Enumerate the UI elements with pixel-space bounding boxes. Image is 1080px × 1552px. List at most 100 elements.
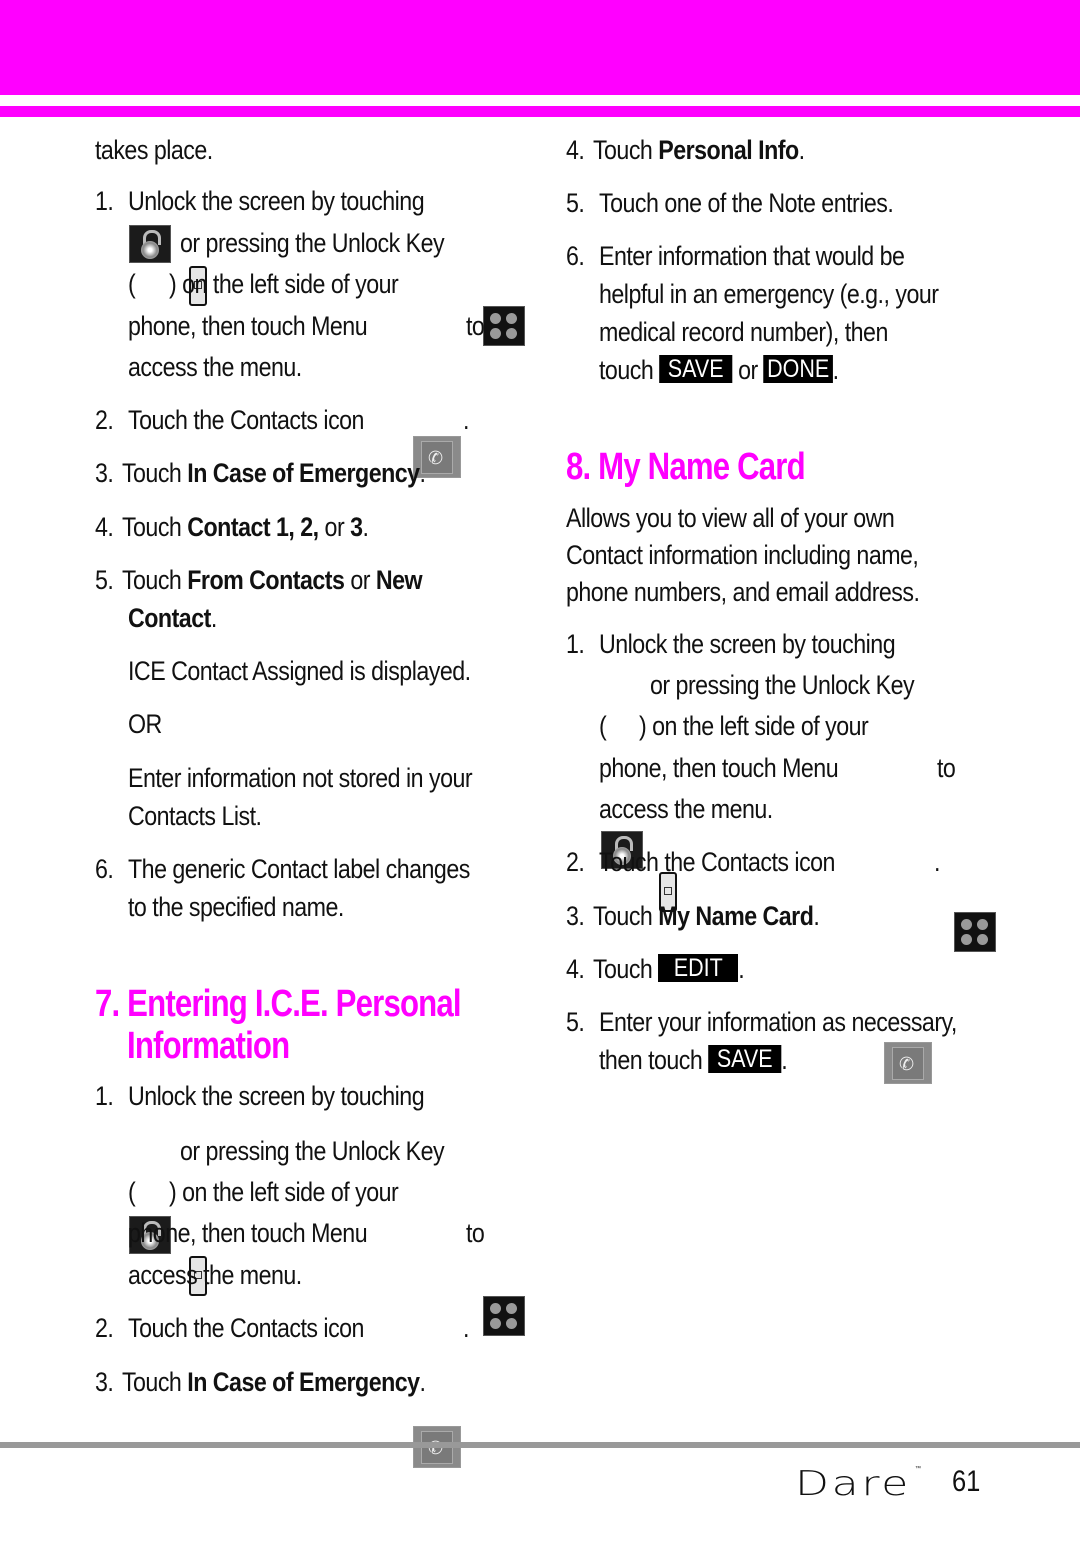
step-number: 6. [566, 241, 585, 271]
step-text: then touch [599, 1045, 703, 1075]
step-text: Touch [121, 512, 188, 542]
trademark-mark: ™ [915, 1466, 921, 1472]
period: . [813, 901, 820, 931]
step-text: Touch [592, 135, 659, 165]
step-text: to the specified name. [128, 892, 344, 922]
step-text: Unlock the screen by touching [128, 1081, 425, 1111]
step-4-d: 4. Touch EDIT. [566, 949, 745, 990]
step-text: The generic Contact label changes [128, 854, 470, 884]
step-3-d: 3. Touch My Name Card. [566, 896, 820, 937]
period: . [832, 355, 839, 385]
step-text: or pressing the Unlock Key [180, 1136, 445, 1166]
step-text: to [466, 311, 485, 341]
section-8-title: 8. My Name Card [566, 446, 806, 488]
step-number: 3. [95, 1367, 114, 1397]
step-text: ) on the left side of your [639, 711, 869, 741]
menu-icon [482, 1296, 525, 1336]
step-text: access the menu. [128, 1260, 302, 1290]
step-line: then touch SAVE. [599, 1040, 788, 1081]
option-label: In Case of Emergency [187, 458, 420, 488]
step-text: helpful in an emergency (e.g., your [599, 279, 939, 309]
step-4-a: 4. Touch Contact 1, 2, or 3. [95, 507, 369, 548]
menu-icon [953, 912, 996, 952]
description-text: Allows you to view all of your own [566, 503, 895, 533]
period: . [798, 135, 805, 165]
footer-divider [0, 1442, 1080, 1448]
step-number: 4. [95, 512, 114, 542]
step-text: to [466, 1218, 485, 1248]
note-text: Contacts List. [128, 801, 262, 831]
step-text: phone, then touch Menu [128, 1218, 368, 1248]
step-number: 6. [95, 854, 114, 884]
step-text: or pressing the Unlock Key [650, 670, 915, 700]
continuation-text: takes place. [95, 135, 213, 165]
section-7-title-line2: Information [127, 1025, 290, 1067]
page-number: 61 [952, 1465, 981, 1498]
step-line: 5. Touch From Contacts or New [95, 560, 423, 601]
step-text: Touch the Contacts icon [599, 847, 835, 877]
unlock-icon [129, 225, 171, 263]
option-label: From Contacts [187, 565, 345, 595]
option-label: 3 [350, 512, 363, 542]
description-text: Contact information including name, [566, 540, 919, 570]
step-text: access the menu. [599, 794, 773, 824]
period: . [738, 954, 745, 984]
step-3-a: 3. Touch In Case of Emergency. [95, 453, 426, 494]
option-label: My Name Card [658, 901, 814, 931]
step-number: 5. [95, 565, 114, 595]
section-7-title: 7. Entering I.C.E. Personal [95, 983, 462, 1025]
step-text: touch [599, 355, 654, 385]
step-text: or [318, 512, 351, 542]
paren-open: ( [599, 711, 607, 741]
period: . [781, 1045, 788, 1075]
save-softkey: SAVE [708, 1045, 782, 1073]
paren-open: ( [128, 1177, 136, 1207]
step-number: 4. [566, 954, 585, 984]
step-number: 2. [95, 1313, 114, 1343]
step-3-b: 3. Touch In Case of Emergency. [95, 1362, 426, 1403]
step-number: 4. [566, 135, 585, 165]
period: . [463, 1313, 469, 1343]
description-text: phone numbers, and email address. [566, 577, 920, 607]
step-text: or pressing the Unlock Key [180, 228, 445, 258]
step-text: or [738, 355, 758, 385]
period: . [210, 603, 217, 633]
step-text: Enter information that would be [599, 241, 905, 271]
step-text: Touch one of the Note entries. [599, 188, 894, 218]
step-number: 1. [95, 186, 114, 216]
note-text: Enter information not stored in your [128, 763, 473, 793]
step-text: Enter your information as necessary, [599, 1007, 957, 1037]
step-text: Touch the Contacts icon [128, 1313, 364, 1343]
step-text: medical record number), then [599, 317, 888, 347]
step-text: Touch the Contacts icon [128, 405, 364, 435]
done-softkey: DONE [763, 355, 833, 383]
step-line: Contact. [128, 598, 217, 639]
step-text: ) on the left side of your [169, 1177, 399, 1207]
option-label: Contact 1, 2, [187, 512, 319, 542]
step-text: Unlock the screen by touching [599, 629, 896, 659]
contacts-icon: ✆ [884, 1042, 932, 1084]
step-text: access the menu. [128, 352, 302, 382]
brand-logo: Dare [795, 1464, 911, 1504]
step-number: 2. [95, 405, 114, 435]
step-number: 3. [566, 901, 585, 931]
period: . [934, 847, 940, 877]
step-4-c: 4. Touch Personal Info. [566, 130, 805, 171]
option-label: New [375, 565, 423, 595]
option-label: Contact [128, 603, 211, 633]
step-text: to [937, 753, 956, 783]
step-text: phone, then touch Menu [128, 311, 368, 341]
step-text: Unlock the screen by touching [128, 186, 425, 216]
step-text: Touch [592, 901, 659, 931]
step-text: Touch [121, 1367, 188, 1397]
step-number: 2. [566, 847, 585, 877]
period: . [419, 458, 426, 488]
step-number: 1. [95, 1081, 114, 1111]
option-label: Personal Info [658, 135, 799, 165]
edit-softkey: EDIT [658, 954, 739, 982]
step-text: Touch [121, 565, 188, 595]
note-text: ICE Contact Assigned is displayed. [128, 656, 471, 686]
step-line: touch SAVE or DONE. [599, 350, 839, 391]
step-number: 5. [566, 1007, 585, 1037]
step-number: 1. [566, 629, 585, 659]
